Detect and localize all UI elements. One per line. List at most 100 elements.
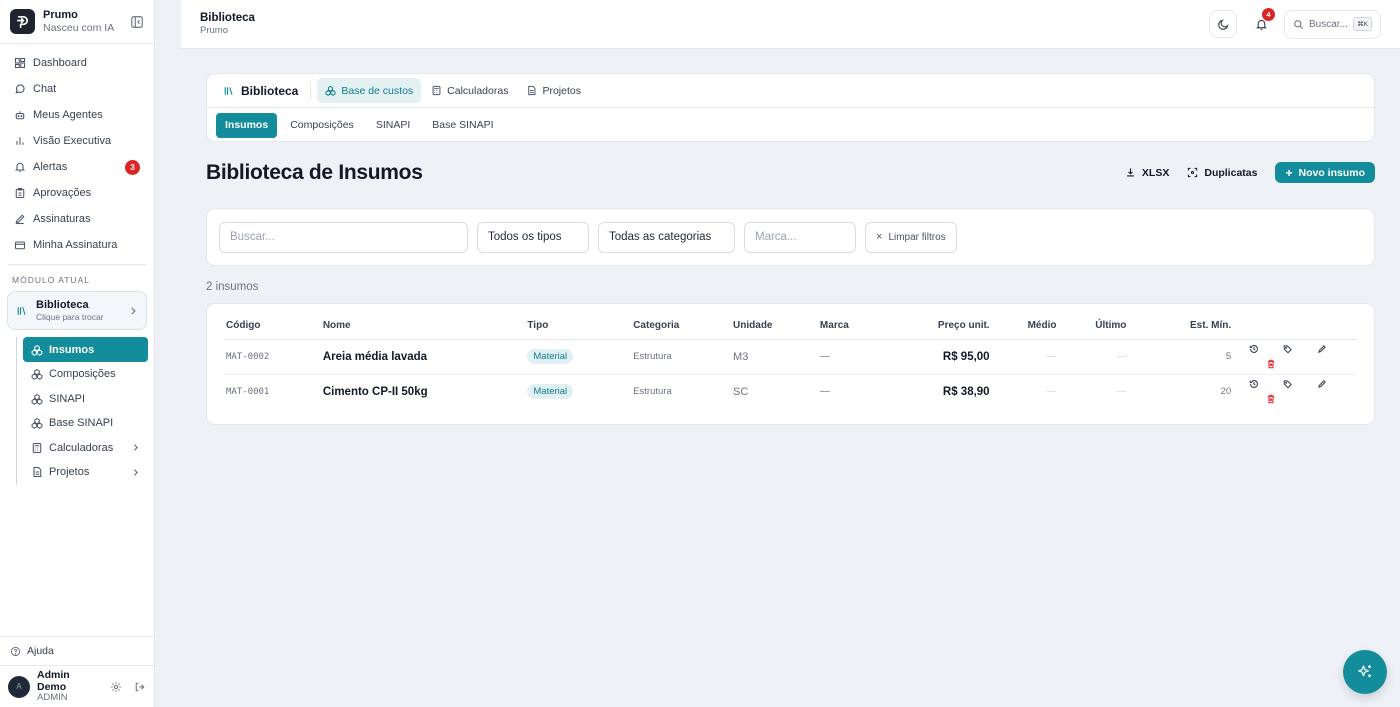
- cell-category: Estrutura: [631, 339, 732, 375]
- sidebar-item-label: SINAPI: [49, 392, 86, 405]
- notifications-button[interactable]: 4: [1247, 8, 1275, 38]
- ai-assistant-button[interactable]: [1343, 650, 1387, 694]
- clear-filters-label: Limpar filtros: [888, 231, 946, 243]
- column-header[interactable]: Est. Mín.: [1128, 312, 1234, 340]
- type-badge: Material: [527, 349, 574, 364]
- table-row[interactable]: MAT-0002 Areia média lavada Material Est…: [224, 339, 1357, 375]
- sidebar-item-calculadoras[interactable]: Calculadoras: [23, 436, 148, 461]
- dashboard-icon: [14, 57, 26, 69]
- history-button[interactable]: [1247, 342, 1261, 356]
- edit-button[interactable]: [1315, 377, 1329, 391]
- user-name: Admin Demo: [37, 668, 70, 694]
- subtab-sinapi[interactable]: SINAPI: [367, 113, 419, 138]
- cell-last: —: [1116, 386, 1127, 398]
- insumos-table: Código Nome Tipo Categoria Unidade Marca…: [224, 312, 1357, 409]
- sidebar-item-base-sinapi[interactable]: Base SINAPI: [23, 411, 148, 436]
- sidebar-item-composicoes[interactable]: Composições: [23, 362, 148, 387]
- duplicates-button[interactable]: Duplicatas: [1187, 167, 1257, 179]
- history-button[interactable]: [1247, 377, 1261, 391]
- sidebar-item-insumos[interactable]: Insumos: [23, 337, 148, 362]
- cell-average: —: [991, 339, 1059, 375]
- sparkles-icon: [1358, 665, 1371, 678]
- clipboard-icon: [15, 187, 25, 199]
- boxes-icon: [325, 85, 336, 96]
- cell-unit: M3: [731, 339, 818, 375]
- subtab-composicoes[interactable]: Composições: [281, 113, 363, 138]
- tag-icon: [1283, 344, 1292, 354]
- sidebar-item-signatures[interactable]: Assinaturas: [0, 206, 154, 232]
- subtab-insumos[interactable]: Insumos: [216, 112, 278, 138]
- user-panel: A Admin Demo ADMIN: [0, 665, 154, 707]
- search-input[interactable]: Buscar...: [219, 221, 468, 253]
- brand-name: Prumo: [43, 9, 78, 22]
- tab-calculadoras[interactable]: Calculadoras: [423, 78, 516, 103]
- logout-icon[interactable]: [134, 681, 146, 693]
- sidebar-item-chat[interactable]: Chat: [0, 76, 154, 102]
- column-header[interactable]: Preço unit.: [887, 312, 992, 340]
- duplicates-label: Duplicatas: [1204, 166, 1258, 179]
- column-header[interactable]: Nome: [320, 312, 526, 340]
- clear-filters-button[interactable]: × Limpar filtros: [865, 221, 957, 253]
- column-header[interactable]: Unidade: [731, 312, 818, 340]
- boxes-icon: [31, 393, 43, 405]
- theme-toggle-button[interactable]: [1209, 10, 1237, 38]
- moon-icon: [1217, 18, 1229, 30]
- sidebar-collapse-icon[interactable]: [130, 15, 144, 29]
- sidebar-item-executive-view[interactable]: Visão Executiva: [0, 128, 154, 154]
- sidebar-item-dashboard[interactable]: Dashboard: [0, 50, 154, 76]
- type-filter-select[interactable]: Todos os tipos: [477, 221, 589, 253]
- category-filter-select[interactable]: Todas as categorias: [598, 221, 735, 253]
- global-search-button[interactable]: Buscar... ⌘K: [1284, 9, 1381, 39]
- column-header[interactable]: Marca: [817, 312, 888, 340]
- plus-icon: +: [1285, 165, 1293, 180]
- sidebar-item-sinapi[interactable]: SINAPI: [23, 387, 148, 412]
- sidebar-item-alerts[interactable]: Alertas 3: [0, 154, 154, 180]
- gear-icon[interactable]: [110, 681, 122, 693]
- column-header[interactable]: Código: [224, 312, 321, 340]
- price-tags-button[interactable]: [1281, 342, 1295, 356]
- cell-last: —: [1058, 339, 1129, 375]
- table-row[interactable]: MAT-0001 Cimento CP-II 50kg Material Est…: [224, 374, 1357, 409]
- sidebar-item-projetos[interactable]: Projetos: [23, 460, 148, 485]
- module-subtitle: Clique para trocar: [36, 312, 104, 322]
- pen-icon: [15, 214, 25, 225]
- boxes-icon: [31, 369, 43, 381]
- help-link[interactable]: Ajuda: [0, 636, 154, 665]
- sidebar-item-label: Calculadoras: [49, 441, 114, 454]
- sidebar-item-approvals[interactable]: Aprovações: [0, 180, 154, 206]
- trash-icon: [1268, 359, 1275, 368]
- page-title: Biblioteca de Insumos: [206, 160, 423, 184]
- page-header-title: Biblioteca: [200, 11, 255, 24]
- insumos-table-card: Código Nome Tipo Categoria Unidade Marca…: [206, 303, 1375, 425]
- avatar[interactable]: A: [8, 675, 30, 698]
- delete-button[interactable]: [1264, 392, 1278, 406]
- chevron-right-icon: [134, 444, 138, 451]
- tab-projetos[interactable]: Projetos: [518, 78, 589, 103]
- delete-button[interactable]: [1264, 357, 1278, 371]
- subtab-base-sinapi[interactable]: Base SINAPI: [423, 113, 502, 138]
- new-insumo-button[interactable]: + Novo insumo: [1275, 162, 1375, 183]
- column-header[interactable]: Médio: [991, 312, 1059, 340]
- actions-header: [1233, 312, 1357, 340]
- sidebar-item-label: Meus Agentes: [33, 109, 103, 121]
- cell-code: MAT-0001: [226, 386, 270, 397]
- tab-base-de-custos[interactable]: Base de custos: [317, 78, 422, 103]
- notification-count-badge: 4: [1262, 8, 1275, 21]
- column-header[interactable]: Tipo: [525, 312, 632, 340]
- sidebar-item-my-subscription[interactable]: Minha Assinatura: [0, 232, 154, 258]
- document-icon: [33, 467, 42, 478]
- price-tags-button[interactable]: [1281, 377, 1295, 391]
- cell-unit: SC: [733, 385, 749, 398]
- brand-filter-input[interactable]: Marca...: [744, 221, 856, 253]
- sidebar-item-label: Assinaturas: [33, 213, 91, 225]
- cell-type: Material: [525, 339, 632, 375]
- cell-price: R$ 95,00: [887, 339, 992, 375]
- edit-button[interactable]: [1315, 342, 1329, 356]
- cell-average: —: [1046, 386, 1057, 398]
- column-header[interactable]: Categoria: [631, 312, 732, 340]
- module-switcher[interactable]: Biblioteca Clique para trocar: [7, 291, 147, 330]
- column-header[interactable]: Último: [1058, 312, 1129, 340]
- export-xlsx-button[interactable]: XLSX: [1125, 167, 1169, 179]
- global-search-placeholder: Buscar...: [1309, 18, 1348, 30]
- sidebar-item-agents[interactable]: Meus Agentes: [0, 102, 154, 128]
